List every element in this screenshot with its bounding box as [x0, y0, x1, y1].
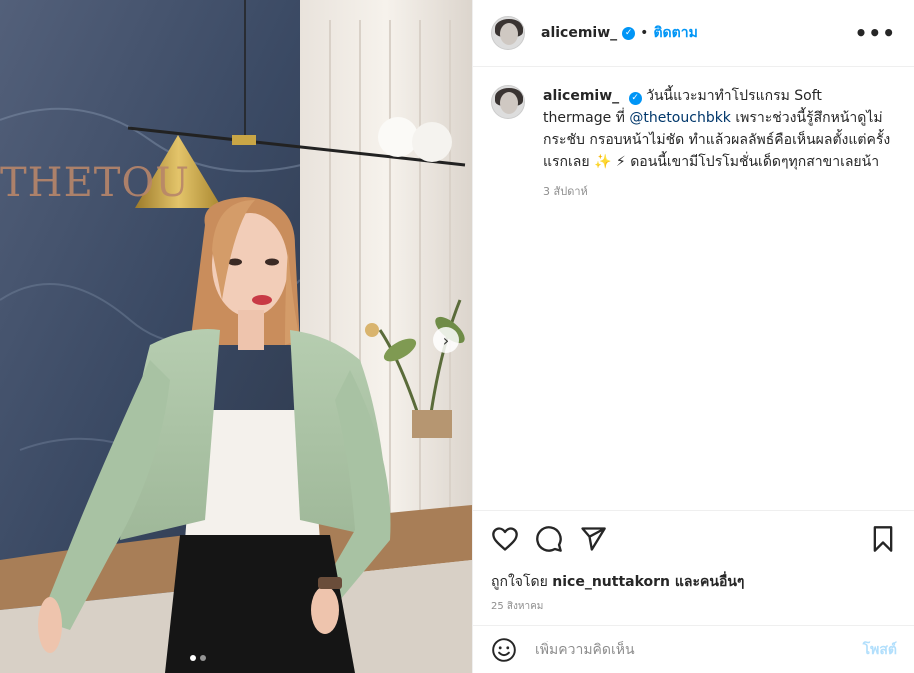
likes-suffix[interactable]: และคนอื่นๆ [670, 574, 745, 590]
post-date: 25 สิงหาคม [491, 601, 544, 612]
caption-avatar[interactable] [491, 85, 525, 119]
photo-illustration [0, 0, 472, 673]
brand-wordmark: THETOU [0, 160, 190, 206]
caption-username[interactable]: alicemiw_ [543, 88, 619, 104]
follow-button[interactable]: ติดตาม [653, 22, 697, 44]
post-comment-button[interactable]: โพสต์ [863, 639, 897, 661]
carousel-dot [200, 655, 206, 661]
separator-dot: • [640, 25, 649, 41]
carousel-indicator [190, 655, 206, 661]
caption: alicemiw_ ✓ วันนี้แวะมาทำโปรแกรม Soft th… [473, 67, 914, 203]
post-details-panel: alicemiw_ ✓ • ติดตาม ••• alicemiw_ ✓ วัน… [472, 0, 914, 673]
instagram-post-view: THETOU › alicemiw_ ✓ • ติดตาม ••• alicem… [0, 0, 914, 673]
more-options-icon[interactable]: ••• [855, 21, 896, 45]
comment-bar: โพสต์ [473, 625, 914, 673]
share-icon[interactable] [579, 525, 607, 553]
post-actions: ถูกใจโดย nice_nuttakorn และคนอื่นๆ 25 สิ… [473, 510, 914, 614]
likes-prefix: ถูกใจโดย [491, 574, 553, 590]
mention-link[interactable]: @thetouchbkk [629, 110, 731, 126]
emoji-icon[interactable] [491, 637, 517, 663]
verified-badge-icon: ✓ [622, 26, 636, 40]
header-username[interactable]: alicemiw_ [541, 25, 617, 41]
heart-icon[interactable] [491, 525, 519, 553]
caption-body: alicemiw_ ✓ วันนี้แวะมาทำโปรแกรม Soft th… [543, 85, 893, 203]
next-image-button[interactable]: › [433, 327, 459, 353]
post-header: alicemiw_ ✓ • ติดตาม ••• [473, 0, 914, 67]
carousel-dot [190, 655, 196, 661]
verified-badge-icon: ✓ [628, 91, 642, 105]
comment-input[interactable] [533, 640, 863, 659]
bookmark-icon[interactable] [869, 525, 897, 553]
comment-icon[interactable] [535, 525, 563, 553]
chevron-right-icon: › [442, 330, 450, 350]
action-icons [491, 525, 897, 553]
post-photo[interactable]: THETOU › [0, 0, 472, 673]
likes-user-link[interactable]: nice_nuttakorn [552, 574, 670, 590]
caption-timestamp: 3 สัปดาห์ [543, 185, 588, 198]
likes-summary: ถูกใจโดย nice_nuttakorn และคนอื่นๆ [491, 571, 897, 593]
avatar[interactable] [491, 16, 525, 50]
